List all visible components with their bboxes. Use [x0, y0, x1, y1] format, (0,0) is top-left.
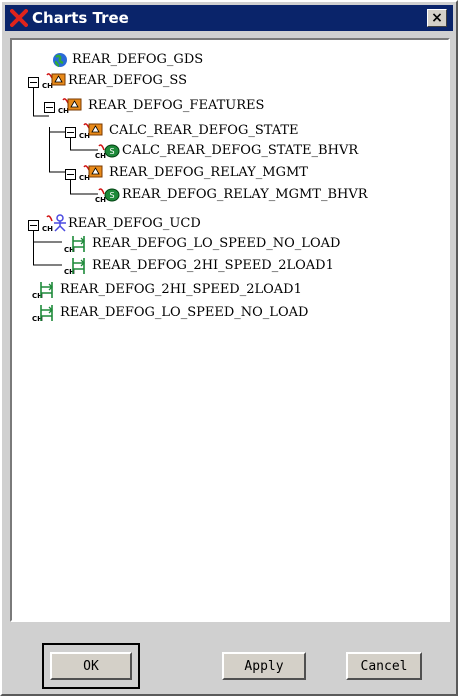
- window-title: Charts Tree: [32, 9, 129, 27]
- node-label: REAR_DEFOG_RELAY_MGMT: [109, 165, 308, 180]
- node-label: REAR_DEFOG_LO_SPEED_NO_LOAD: [92, 236, 341, 251]
- sequence-icon: [72, 236, 85, 252]
- behavior-icon: S: [98, 188, 120, 202]
- tree-node-lo-speed-no-load-child[interactable]: CH REAR_DEFOG_LO_SPEED_NO_LOAD: [12, 234, 432, 254]
- tree-node-lo-speed-no-load[interactable]: CH REAR_DEFOG_LO_SPEED_NO_LOAD: [12, 303, 432, 323]
- node-label: REAR_DEFOG_LO_SPEED_NO_LOAD: [60, 305, 309, 320]
- collapse-toggle[interactable]: [28, 220, 39, 231]
- svg-text:S: S: [110, 191, 115, 200]
- tree-node-rear-defog-features[interactable]: CH REAR_DEFOG_FEATURES: [12, 96, 432, 116]
- node-label: CALC_REAR_DEFOG_STATE: [109, 123, 299, 138]
- sequence-icon: [40, 282, 53, 298]
- state-chart-icon: [46, 73, 66, 86]
- tree-node-rear-defog-ucd[interactable]: CH REAR_DEFOG_UCD: [12, 214, 432, 234]
- state-chart-icon: [83, 123, 103, 136]
- charts-tree-window: Charts Tree × REAR_DEFOG_GDS CH REAR_DEF…: [0, 0, 458, 696]
- state-chart-icon: [62, 98, 82, 111]
- collapse-toggle[interactable]: [44, 102, 55, 113]
- sequence-icon: [40, 305, 53, 321]
- node-label: REAR_DEFOG_UCD: [68, 216, 201, 231]
- tree-node-2hi-speed-2load1[interactable]: CH REAR_DEFOG_2HI_SPEED_2LOAD1: [12, 280, 432, 300]
- tree-panel[interactable]: REAR_DEFOG_GDS CH REAR_DEFOG_SS CH REAR_…: [10, 38, 450, 622]
- collapse-toggle[interactable]: [65, 169, 76, 180]
- title-bar[interactable]: Charts Tree ×: [5, 5, 453, 31]
- tree-node-rear-defog-relay-mgmt[interactable]: CH REAR_DEFOG_RELAY_MGMT: [12, 163, 432, 183]
- node-label: REAR_DEFOG_2HI_SPEED_2LOAD1: [60, 282, 302, 297]
- tree-node-rear-defog-ss[interactable]: CH REAR_DEFOG_SS: [12, 71, 432, 91]
- ok-button[interactable]: OK: [50, 652, 132, 680]
- globe-icon: [53, 53, 67, 68]
- tree-node-rear-defog-relay-mgmt-bhvr[interactable]: CH S REAR_DEFOG_RELAY_MGMT_BHVR: [12, 185, 432, 205]
- node-label: REAR_DEFOG_RELAY_MGMT_BHVR: [122, 187, 368, 202]
- sequence-icon: [72, 258, 85, 274]
- tree-node-calc-rear-defog-state[interactable]: CH CALC_REAR_DEFOG_STATE: [12, 121, 432, 141]
- node-label: REAR_DEFOG_SS: [68, 73, 188, 88]
- state-chart-icon: [83, 165, 103, 178]
- behavior-icon: S: [98, 144, 120, 158]
- collapse-toggle[interactable]: [65, 127, 76, 138]
- node-label: REAR_DEFOG_FEATURES: [88, 98, 265, 113]
- tree-node-rear-defog-gds[interactable]: REAR_DEFOG_GDS: [12, 50, 432, 70]
- apply-button[interactable]: Apply: [222, 652, 306, 680]
- collapse-toggle[interactable]: [28, 77, 39, 88]
- button-bar: OK Apply Cancel: [10, 628, 450, 692]
- tree-node-calc-rear-defog-state-bhvr[interactable]: CH S CALC_REAR_DEFOG_STATE_BHVR: [12, 141, 432, 161]
- close-icon: ×: [431, 10, 443, 26]
- close-button[interactable]: ×: [427, 9, 447, 27]
- node-label: REAR_DEFOG_GDS: [72, 52, 204, 67]
- cancel-button[interactable]: Cancel: [346, 652, 422, 680]
- node-label: REAR_DEFOG_2HI_SPEED_2LOAD1: [92, 258, 334, 273]
- tree-node-2hi-speed-2load1-child[interactable]: CH REAR_DEFOG_2HI_SPEED_2LOAD1: [12, 256, 432, 276]
- actor-icon: [46, 214, 66, 232]
- app-x-icon: [10, 9, 28, 27]
- node-label: CALC_REAR_DEFOG_STATE_BHVR: [122, 143, 359, 158]
- svg-text:S: S: [110, 147, 115, 156]
